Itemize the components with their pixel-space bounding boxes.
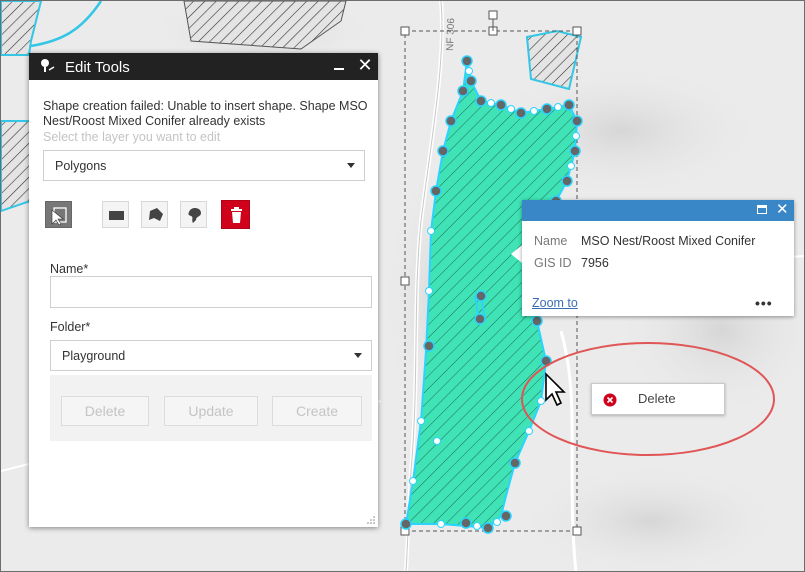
delete-shape-tool[interactable] [221, 200, 250, 229]
create-button[interactable]: Create [272, 396, 362, 426]
select-edit-icon [51, 207, 67, 226]
minimize-icon[interactable] [331, 56, 347, 74]
mouse-cursor-icon [545, 372, 566, 407]
delete-button[interactable]: Delete [61, 396, 149, 426]
error-message: Shape creation failed: Unable to insert … [43, 99, 368, 128]
freehand-tool[interactable] [180, 201, 207, 228]
polygon-tool[interactable] [141, 201, 168, 228]
rectangle-tool[interactable] [102, 201, 129, 228]
name-field[interactable] [50, 276, 372, 308]
polygon-icon [149, 208, 163, 221]
feature-popup: ✕ Name MSO Nest/Roost Mixed Conifer GIS … [522, 200, 794, 316]
more-options-icon[interactable]: ••• [755, 295, 773, 311]
freehand-icon [188, 207, 201, 223]
layer-select[interactable]: Polygons [43, 150, 365, 181]
popup-pointer [511, 245, 522, 263]
folder-select-value: Playground [62, 349, 126, 363]
rectangle-icon [109, 211, 124, 220]
context-menu: Delete [591, 383, 725, 415]
chevron-down-icon [347, 163, 355, 168]
close-icon[interactable]: ✕ [356, 55, 374, 75]
road-label: NF 306 [445, 18, 457, 52]
context-menu-delete[interactable]: Delete [638, 391, 676, 406]
popup-header: ✕ [522, 200, 794, 221]
panel-header[interactable]: Edit Tools ✕ [29, 53, 378, 80]
update-button[interactable]: Update [164, 396, 258, 426]
trash-icon [231, 207, 242, 223]
popup-value: MSO Nest/Roost Mixed Conifer [581, 234, 756, 248]
edit-pin-icon [41, 59, 55, 72]
folder-select[interactable]: Playground [50, 340, 372, 371]
action-buttons-area: Delete Update Create [50, 375, 372, 441]
chevron-down-icon [354, 353, 362, 358]
popup-key: GIS ID [534, 256, 572, 270]
maximize-icon[interactable] [757, 205, 767, 214]
layer-hint: Select the layer you want to edit [43, 130, 221, 144]
popup-key: Name [534, 234, 568, 248]
popup-row-gis-id: GIS ID 7956 [522, 256, 794, 272]
close-icon[interactable]: ✕ [776, 201, 789, 219]
select-edit-tool[interactable] [45, 201, 72, 228]
map-polygon-hatched [1, 120, 31, 213]
edit-tools-panel: Edit Tools ✕ Shape creation failed: Unab… [29, 53, 378, 527]
name-label: Name* [50, 262, 89, 276]
popup-value: 7956 [581, 256, 609, 270]
popup-row-name: Name MSO Nest/Roost Mixed Conifer [522, 234, 794, 250]
panel-title: Edit Tools [65, 59, 130, 76]
zoom-to-link[interactable]: Zoom to [532, 296, 578, 310]
resize-grip-icon[interactable] [367, 516, 375, 524]
layer-select-value: Polygons [55, 159, 107, 173]
delete-x-icon [603, 393, 617, 407]
folder-label: Folder* [50, 320, 91, 334]
